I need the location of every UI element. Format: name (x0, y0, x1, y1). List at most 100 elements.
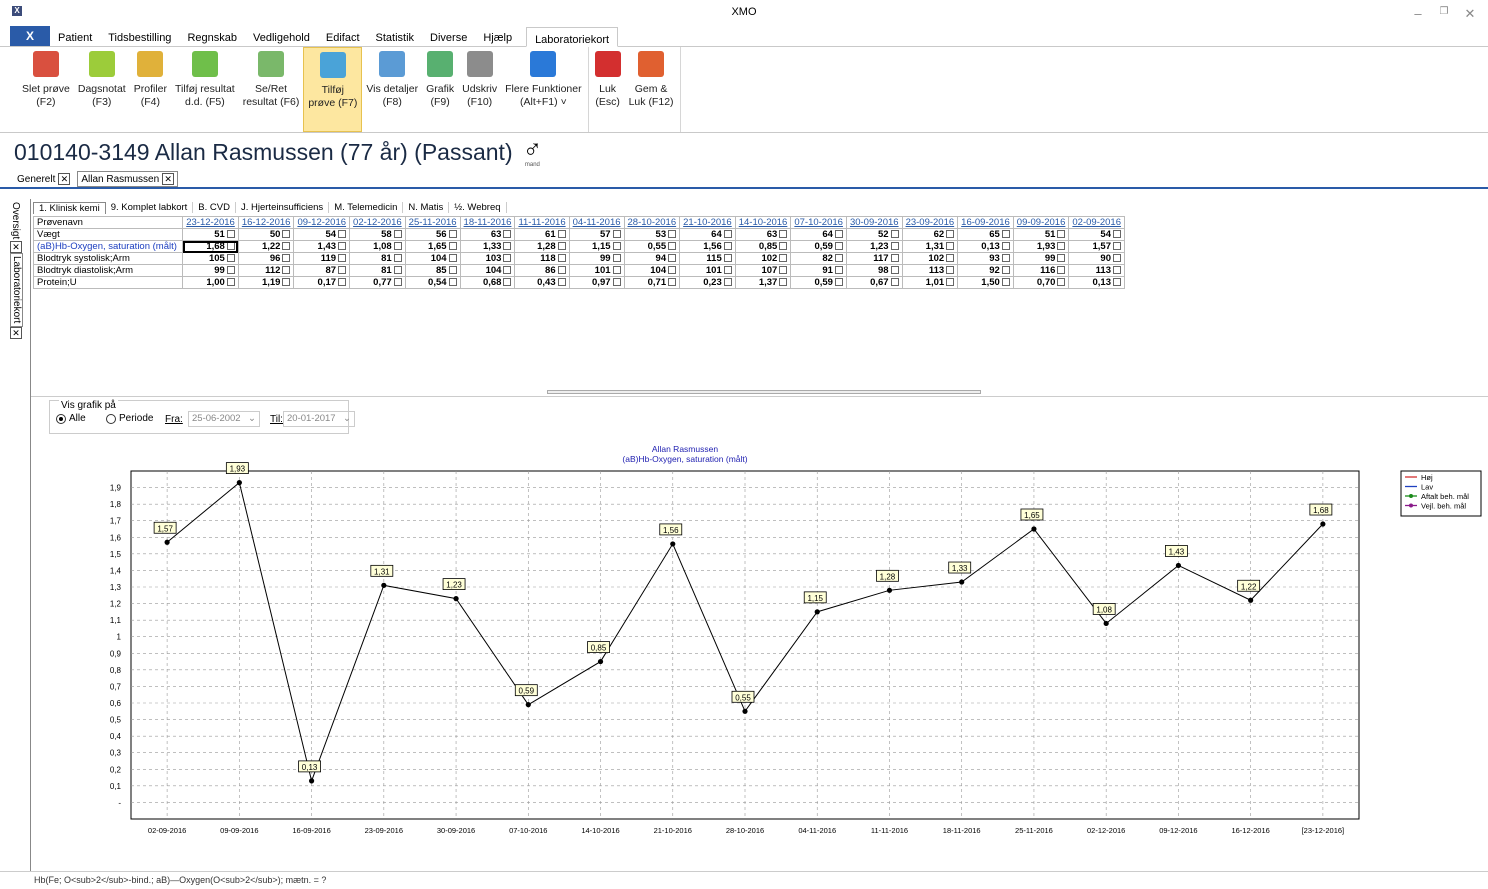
grid-date-header[interactable]: 16-09-2016 (957, 216, 1014, 229)
result-cell[interactable]: 61 (514, 228, 570, 241)
result-cell[interactable]: 86 (514, 264, 570, 277)
data-point[interactable] (1320, 521, 1326, 527)
result-cell[interactable]: 1,68 (182, 240, 239, 253)
result-cell[interactable]: 102 (734, 252, 792, 265)
result-cell[interactable]: 51 (182, 228, 239, 241)
result-cell[interactable]: 1,19 (237, 276, 295, 289)
tab-generelt[interactable]: Generelt ✕ (14, 172, 73, 186)
result-cell[interactable]: 0,70 (1012, 276, 1070, 289)
result-cell[interactable]: 0,43 (514, 276, 570, 289)
result-cell[interactable]: 1,28 (514, 240, 570, 253)
menu-tab-3[interactable]: Vedligehold (245, 26, 318, 46)
result-cell[interactable]: 92 (957, 264, 1014, 277)
result-cell[interactable]: 65 (957, 228, 1014, 241)
result-cell[interactable]: 1,50 (957, 276, 1014, 289)
result-cell[interactable]: 99 (182, 264, 239, 277)
from-date-field[interactable]: 25-06-2002 ⌄ (188, 411, 260, 427)
result-cell[interactable]: 1,33 (459, 240, 516, 253)
close-rail-icon[interactable]: ✕ (10, 241, 22, 254)
grid-date-header[interactable]: 30-09-2016 (845, 216, 903, 229)
pencil-button[interactable]: Dagsnotat (F3) (74, 47, 130, 132)
result-cell[interactable]: 0,68 (459, 276, 516, 289)
result-cell[interactable]: 82 (790, 252, 847, 265)
result-cell[interactable]: 63 (734, 228, 792, 241)
printer-button[interactable]: Udskriv (F10) (458, 47, 501, 132)
result-cell[interactable]: 0,13 (1068, 276, 1125, 289)
result-cell[interactable]: 53 (623, 228, 681, 241)
data-point[interactable] (525, 702, 531, 708)
result-cell[interactable]: 0,67 (845, 276, 903, 289)
rail-tab-laboratoriekort[interactable]: Laboratoriekort (10, 253, 23, 327)
grid-date-header[interactable]: 25-11-2016 (404, 216, 461, 229)
grid-date-header[interactable]: 21-10-2016 (679, 216, 736, 229)
data-point[interactable] (742, 708, 748, 714)
result-cell[interactable]: 94 (623, 252, 681, 265)
subtab-2[interactable]: B. CVD (193, 202, 236, 213)
fast-forward-button[interactable]: Flere Funktioner (Alt+F1) ˅ (501, 47, 585, 132)
grid-date-header[interactable]: 14-10-2016 (734, 216, 792, 229)
data-point[interactable] (381, 582, 387, 588)
result-cell[interactable]: 81 (349, 252, 406, 265)
grid-date-header[interactable]: 07-10-2016 (790, 216, 847, 229)
result-cell[interactable]: 103 (459, 252, 516, 265)
menu-tab-0[interactable]: Patient (50, 26, 100, 46)
result-cell[interactable]: 1,93 (1012, 240, 1070, 253)
result-cell[interactable]: 96 (237, 252, 295, 265)
result-cell[interactable]: 102 (901, 252, 959, 265)
menu-tab-1[interactable]: Tidsbestilling (100, 26, 179, 46)
result-cell[interactable]: 52 (845, 228, 903, 241)
close-tab-icon[interactable]: ✕ (162, 173, 175, 185)
menu-tab-4[interactable]: Edifact (318, 26, 368, 46)
grid-date-header[interactable]: 02-12-2016 (349, 216, 406, 229)
result-cell[interactable]: 112 (237, 264, 295, 277)
result-cell[interactable]: 1,22 (237, 240, 295, 253)
result-cell[interactable]: 99 (1012, 252, 1070, 265)
rail-tab-oversigt[interactable]: Oversigt (10, 200, 21, 241)
subtab-3[interactable]: J. Hjerteinsufficiens (236, 202, 330, 213)
data-point[interactable] (597, 658, 604, 665)
data-point[interactable] (814, 609, 820, 615)
grid-date-header[interactable]: 16-12-2016 (237, 216, 295, 229)
result-cell[interactable]: 98 (845, 264, 903, 277)
result-cell[interactable]: 1,23 (845, 240, 903, 253)
add-table-button[interactable]: Tilføj resultat d.d. (F5) (171, 47, 239, 132)
result-cell[interactable]: 90 (1068, 252, 1125, 265)
grid-date-header[interactable]: 09-09-2016 (1012, 216, 1070, 229)
subtab-4[interactable]: M. Telemedicin (329, 202, 404, 213)
result-cell[interactable]: 115 (679, 252, 736, 265)
result-cell[interactable]: 1,01 (901, 276, 959, 289)
data-point[interactable] (886, 587, 893, 593)
data-point[interactable] (1031, 526, 1037, 532)
flask-button[interactable]: Profiler (F4) (130, 47, 171, 132)
erase-button[interactable]: Slet prøve (F2) (18, 47, 74, 132)
grid-date-header[interactable]: 18-11-2016 (459, 216, 516, 229)
to-date-field[interactable]: 20-01-2017 ⌄ (283, 411, 355, 427)
result-cell[interactable]: 118 (514, 252, 570, 265)
result-cell[interactable]: 0,97 (568, 276, 625, 289)
result-cell[interactable]: 51 (1012, 228, 1070, 241)
result-cell[interactable]: 81 (349, 264, 406, 277)
result-cell[interactable]: 64 (679, 228, 736, 241)
data-point[interactable] (1248, 597, 1254, 603)
test-name[interactable]: Blodtryk systolisk;Arm (32, 252, 184, 265)
file-menu-button[interactable]: X (10, 26, 50, 46)
result-cell[interactable]: 1,43 (293, 240, 351, 253)
result-cell[interactable]: 91 (790, 264, 847, 277)
result-cell[interactable]: 0,55 (623, 240, 681, 253)
result-cell[interactable]: 1,56 (679, 240, 736, 253)
result-cell[interactable]: 56 (404, 228, 461, 241)
result-cell[interactable]: 107 (734, 264, 792, 277)
result-cell[interactable]: 1,65 (404, 240, 461, 253)
result-cell[interactable]: 0,85 (734, 240, 792, 253)
menu-tab-5[interactable]: Statistik (368, 26, 423, 46)
result-cell[interactable]: 57 (568, 228, 625, 241)
result-cell[interactable]: 1,00 (182, 276, 239, 289)
result-cell[interactable]: 54 (1068, 228, 1125, 241)
tab-patient[interactable]: Allan Rasmussen ✕ (77, 171, 179, 187)
grid-date-header[interactable]: 23-12-2016 (182, 216, 239, 229)
minimize-icon[interactable]: – (1408, 6, 1428, 21)
grid-date-header[interactable]: 02-09-2016 (1068, 216, 1125, 229)
result-cell[interactable]: 64 (790, 228, 847, 241)
subtab-5[interactable]: N. Matis (403, 202, 450, 213)
result-cell[interactable]: 1,31 (901, 240, 959, 253)
